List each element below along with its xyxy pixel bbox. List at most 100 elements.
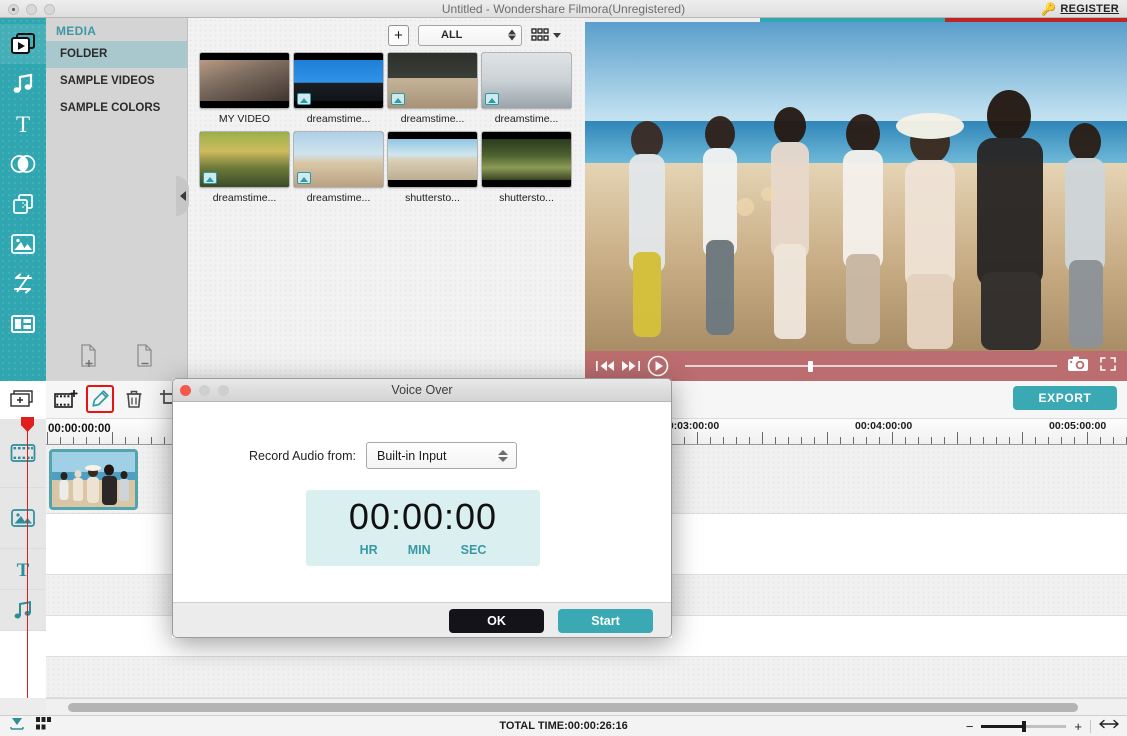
track-header-text[interactable]: T — [0, 549, 46, 590]
thumbnail-image — [388, 139, 477, 180]
divider — [1090, 719, 1091, 733]
rail-item-overlays[interactable] — [0, 184, 46, 224]
media-thumbnail[interactable] — [199, 52, 290, 109]
add-track-icon[interactable] — [0, 381, 46, 419]
unit-min: MIN — [407, 543, 431, 557]
zoom-slider-knob[interactable] — [1022, 720, 1027, 732]
ruler-tick — [151, 437, 152, 444]
media-item[interactable]: shuttersto... — [387, 131, 478, 204]
seek-handle[interactable] — [807, 361, 813, 372]
rail-item-filters[interactable] — [0, 144, 46, 184]
trash-icon[interactable] — [120, 385, 148, 413]
media-item[interactable]: dreamstime... — [199, 131, 290, 204]
media-thumbnail[interactable] — [481, 131, 572, 188]
timeline-clip[interactable] — [49, 449, 138, 510]
remove-folder-icon[interactable] — [135, 344, 155, 373]
register-area[interactable]: 🔑 REGISTER — [1041, 2, 1119, 16]
folder-item-sample-colors[interactable]: SAMPLE COLORS — [46, 95, 187, 122]
fit-width-icon[interactable] — [1099, 717, 1119, 736]
ruler-tick — [99, 437, 100, 444]
player-controls-bar — [585, 351, 1127, 381]
timeline-track-empty[interactable] — [46, 657, 1127, 698]
ruler-tick — [762, 432, 763, 444]
dialog-close-button[interactable] — [180, 385, 191, 396]
media-item[interactable]: dreamstime... — [293, 131, 384, 204]
import-media-button[interactable]: + — [388, 24, 409, 46]
rail-item-music[interactable] — [0, 64, 46, 104]
zoom-in-button[interactable]: + — [1074, 719, 1082, 734]
ruler-tick — [892, 432, 893, 444]
media-item-caption: shuttersto... — [499, 192, 554, 204]
media-item-caption: dreamstime... — [306, 192, 371, 204]
library-header: MEDIA — [56, 24, 97, 38]
rail-item-media[interactable] — [0, 24, 46, 64]
play-icon[interactable] — [647, 355, 669, 377]
media-thumbnail[interactable] — [387, 131, 478, 188]
ok-button[interactable]: OK — [449, 608, 544, 633]
ruler-tick — [1074, 437, 1075, 444]
zoom-out-button[interactable]: − — [966, 719, 974, 734]
dialog-maximize-button — [218, 385, 229, 396]
dialog-minimize-button — [199, 385, 210, 396]
rail-item-elements[interactable] — [0, 224, 46, 264]
media-item[interactable]: shuttersto... — [481, 131, 572, 204]
record-timer-units: HR MIN SEC — [360, 543, 487, 557]
ruler-tick — [73, 437, 74, 444]
add-folder-icon[interactable] — [79, 344, 99, 373]
skip-back-icon[interactable] — [595, 359, 615, 373]
track-header-image[interactable] — [0, 488, 46, 549]
ruler-tick — [1022, 432, 1023, 444]
media-thumbnail[interactable] — [293, 52, 384, 109]
dialog-body: Record Audio from: Built-in Input 00:00:… — [173, 402, 671, 602]
timeline-tools — [52, 385, 182, 413]
media-item[interactable]: dreamstime... — [481, 52, 572, 125]
ruler-tick — [60, 437, 61, 444]
timeline-playhead[interactable] — [21, 417, 34, 698]
media-item[interactable]: dreamstime... — [387, 52, 478, 125]
media-thumbnail[interactable] — [293, 131, 384, 188]
ruler-tick — [1035, 437, 1036, 444]
preview-video-frame[interactable] — [585, 22, 1127, 351]
zoom-slider[interactable] — [981, 720, 1067, 732]
media-item[interactable]: MY VIDEO — [199, 52, 290, 125]
camera-icon[interactable] — [1067, 356, 1089, 377]
seek-slider[interactable] — [685, 361, 1057, 372]
track-header-video[interactable] — [0, 419, 46, 488]
layers-icon — [13, 194, 33, 214]
media-thumbnail[interactable] — [481, 52, 572, 109]
rail-item-transitions[interactable] — [0, 264, 46, 304]
total-time-label: TOTAL TIME:00:00:26:16 — [499, 720, 628, 732]
video-stack-icon — [11, 33, 35, 54]
view-mode-button[interactable] — [531, 27, 561, 43]
ruler-tick — [879, 437, 880, 444]
start-button[interactable]: Start — [558, 608, 653, 633]
media-filter-select[interactable]: ALL — [418, 24, 522, 46]
fullscreen-icon[interactable] — [1099, 356, 1117, 377]
rail-item-split-screen[interactable] — [0, 304, 46, 344]
skip-forward-icon[interactable] — [621, 359, 641, 373]
timeline-horizontal-scrollbar[interactable] — [46, 698, 1127, 715]
record-source-select[interactable]: Built-in Input — [366, 442, 517, 469]
ruler-tick — [1113, 437, 1114, 444]
ruler-tick — [931, 437, 932, 444]
export-button[interactable]: EXPORT — [1013, 386, 1117, 410]
ruler-tick — [1009, 437, 1010, 444]
add-media-icon[interactable] — [52, 385, 80, 413]
collapse-arrow — [179, 191, 186, 201]
media-item-caption: dreamstime... — [212, 192, 277, 204]
ruler-tick — [138, 437, 139, 444]
ruler-tick — [970, 437, 971, 444]
ruler-label: 00:04:00:00 — [855, 420, 913, 432]
folder-item-sample-videos[interactable]: SAMPLE VIDEOS — [46, 68, 187, 95]
dialog-title: Voice Over — [391, 383, 453, 397]
media-item[interactable]: dreamstime... — [293, 52, 384, 125]
media-thumbnail[interactable] — [387, 52, 478, 109]
folder-item-folder[interactable]: FOLDER — [46, 41, 187, 68]
track-header-music[interactable] — [0, 590, 46, 631]
register-link[interactable]: REGISTER — [1060, 3, 1119, 15]
scrollbar-thumb[interactable] — [68, 703, 1078, 712]
rail-item-text[interactable]: T — [0, 104, 46, 144]
voice-over-button[interactable] — [86, 385, 114, 413]
ruler-tick — [1048, 437, 1049, 444]
media-thumbnail[interactable] — [199, 131, 290, 188]
